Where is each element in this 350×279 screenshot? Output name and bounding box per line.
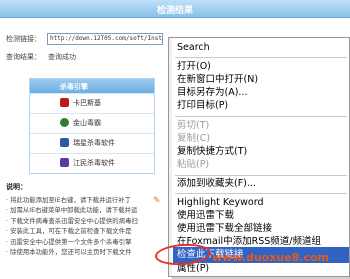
notes-section: 说明： · 将此功能添加至IE右键，请下载并运行补丁 · 加需从IE右键菜单中卸… bbox=[6, 182, 156, 258]
jiangmin-icon bbox=[60, 158, 69, 167]
link-field[interactable]: http://down.12T05.com/soft/Inst... bbox=[47, 33, 163, 45]
page-title: 检测结果 bbox=[156, 6, 193, 16]
notes-line: · 将此功能添加至IE右键，请下载并运行补丁 bbox=[6, 195, 132, 204]
table-row: 瑞星杀毒软件 bbox=[30, 133, 154, 153]
pencil-icon: ✎ bbox=[153, 196, 161, 206]
rising-icon bbox=[60, 138, 69, 147]
table-row: 江民杀毒软件 bbox=[30, 153, 154, 173]
engine-name: 金山毒霸 bbox=[73, 119, 101, 127]
engine-name: 卡巴斯基 bbox=[73, 99, 101, 107]
kaspersky-icon bbox=[60, 98, 69, 107]
query-label: 查询结果： bbox=[6, 53, 41, 61]
menu-gutter bbox=[169, 38, 172, 276]
menu-item-paste[interactable]: 粘贴(P) bbox=[173, 157, 349, 173]
menu-separator bbox=[175, 116, 347, 117]
engine-name: 江民杀毒软件 bbox=[73, 159, 115, 167]
notes-line: · 除使用本功能外，您还可以主页时下载文件 bbox=[6, 248, 132, 256]
notes-line: · 下载文件病毒查杀迅雷安全中心提供的病毒扫 bbox=[6, 216, 138, 225]
menu-separator bbox=[175, 193, 347, 194]
page-header: 检测结果 bbox=[0, 0, 350, 18]
engine-name: 瑞星杀毒软件 bbox=[73, 139, 115, 147]
menu-separator bbox=[175, 57, 347, 58]
notes-line: · 迅雷安全中心提供第一个文件多个杀毒引擎 bbox=[6, 237, 132, 246]
column-header-engine: 杀毒引擎 bbox=[60, 83, 88, 91]
menu-item-print-target[interactable]: 打印目标(P) bbox=[173, 98, 349, 114]
notes-line: · 加需从IE右键菜单中卸载此功能，请下载并运 bbox=[6, 206, 138, 214]
notes-line: · 安装此工具，可在下载之前检查下载文件是 bbox=[6, 227, 132, 235]
context-menu: Search 打开(O) 在新窗口中打开(N) 目标另存为(A)... 打印目标… bbox=[168, 37, 350, 277]
scan-table: 杀毒引擎 卡巴斯基 金山毒霸 瑞星杀毒软件 江民杀毒软件 bbox=[29, 78, 155, 174]
query-result: 查询成功 bbox=[48, 53, 76, 61]
table-row: 卡巴斯基 bbox=[30, 93, 154, 113]
notes-title: 说明： bbox=[6, 183, 27, 191]
menu-item-add-to-favorites[interactable]: 添加到收藏夹(F)... bbox=[173, 176, 349, 192]
link-label: 检测链接： bbox=[6, 35, 41, 43]
menu-item-search[interactable]: Search bbox=[173, 40, 349, 56]
watermark: www.duoxue8.com bbox=[212, 251, 329, 264]
table-header: 杀毒引擎 bbox=[30, 79, 154, 93]
kingsoft-icon bbox=[60, 118, 69, 127]
table-row: 金山毒霸 bbox=[30, 113, 154, 133]
